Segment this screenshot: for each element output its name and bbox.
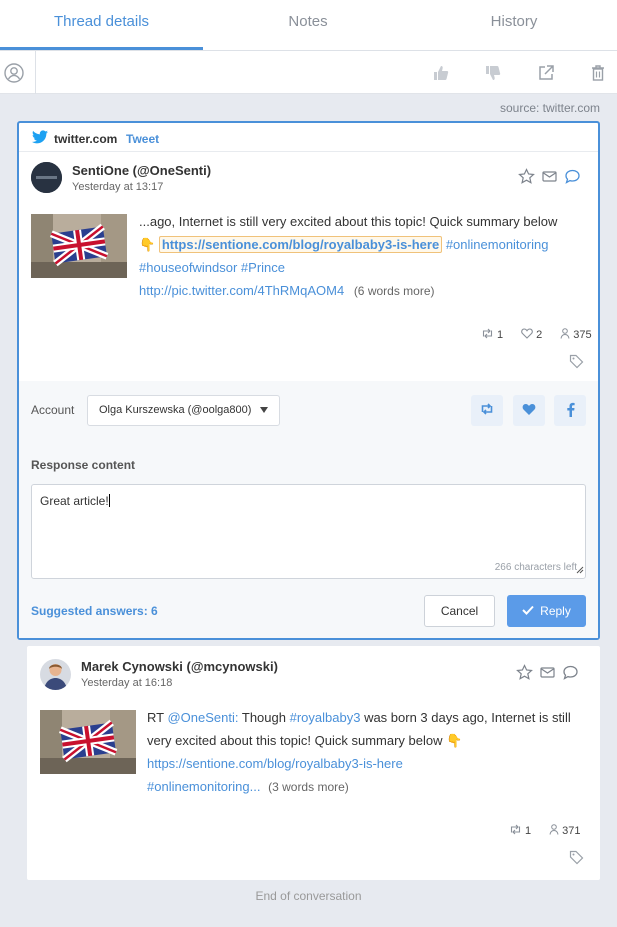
facebook-button[interactable] xyxy=(554,395,586,426)
star-icon[interactable] xyxy=(518,168,535,188)
retweet-stat: 1 xyxy=(481,328,503,342)
post-time: Yesterday at 16:18 xyxy=(81,677,173,689)
suggested-answers-link[interactable]: Suggested answers: 6 xyxy=(31,604,158,618)
comment-icon[interactable] xyxy=(562,664,579,684)
post-text: ...ago, Internet is still very excited a… xyxy=(139,210,589,303)
active-tab-indicator xyxy=(0,47,203,50)
show-more-link[interactable]: (6 words more) xyxy=(354,284,435,298)
response-panel: Account Olga Kurszewska (@oolga800) Resp… xyxy=(19,381,598,638)
account-select-value: Olga Kurszewska (@oolga800) xyxy=(99,404,252,416)
hashtag-link[interactable]: #Prince xyxy=(241,260,285,275)
post-stats: 1 2 375 xyxy=(467,328,592,342)
post-type-link[interactable]: Tweet xyxy=(126,132,159,146)
avatar xyxy=(40,659,71,690)
rt-prefix: RT xyxy=(147,710,164,725)
retweet-stat: 1 xyxy=(509,824,531,838)
reply-button[interactable]: Reply xyxy=(507,595,586,627)
show-more-link[interactable]: (3 words more) xyxy=(268,780,349,794)
like-stat: 2 xyxy=(521,328,542,342)
response-text: Great article! xyxy=(40,494,109,508)
mention-link[interactable]: @OneSenti: xyxy=(167,710,238,725)
account-select[interactable]: Olga Kurszewska (@oolga800) xyxy=(87,395,280,426)
retweet-icon xyxy=(481,328,494,342)
second-post-card: Marek Cynowski (@mcynowski) Yesterday at… xyxy=(27,646,600,880)
tab-bar: Thread details Notes History xyxy=(0,0,617,51)
source-label: source: twitter.com xyxy=(499,101,600,115)
user-circle-icon[interactable] xyxy=(3,62,25,84)
pointing-down-emoji: 👇 xyxy=(139,237,156,252)
post-stats: 1 371 xyxy=(495,824,580,838)
response-content-label: Response content xyxy=(31,458,136,472)
retweet-button[interactable] xyxy=(471,395,503,426)
avatar xyxy=(31,162,62,193)
post-time: Yesterday at 13:17 xyxy=(72,181,164,193)
tag-icon[interactable] xyxy=(569,354,584,372)
post-actions xyxy=(518,168,581,188)
resize-handle-icon[interactable] xyxy=(576,563,584,577)
active-post-card: twitter.com Tweet SentiOne (@OneSenti) Y… xyxy=(17,121,600,640)
trash-icon[interactable] xyxy=(587,62,609,84)
post-text: RT @OneSenti: Though #royalbaby3 was bor… xyxy=(147,706,592,799)
post-image-thumbnail[interactable] xyxy=(31,214,127,278)
comment-icon[interactable] xyxy=(564,168,581,188)
facebook-icon xyxy=(566,402,575,420)
cancel-button[interactable]: Cancel xyxy=(424,595,495,627)
heart-icon xyxy=(521,328,533,342)
mail-icon[interactable] xyxy=(539,664,556,684)
checkmark-icon xyxy=(522,604,534,618)
heart-icon xyxy=(522,403,536,419)
reach-stat: 375 xyxy=(560,328,592,342)
post-author[interactable]: Marek Cynowski (@mcynowski) xyxy=(81,659,278,674)
tag-icon[interactable] xyxy=(569,850,584,868)
url-link[interactable]: https://sentione.com/blog/royalbaby3-is-… xyxy=(147,756,403,771)
tab-notes[interactable]: Notes xyxy=(205,0,411,51)
pointing-down-emoji: 👇 xyxy=(446,733,463,748)
site-name: twitter.com xyxy=(54,132,118,146)
reply-label: Reply xyxy=(540,604,571,618)
star-icon[interactable] xyxy=(516,664,533,684)
pic-link[interactable]: http://pic.twitter.com/4ThRMqAOM4 xyxy=(139,283,344,298)
card-header: twitter.com Tweet xyxy=(19,123,598,152)
person-icon xyxy=(549,824,559,838)
highlighted-url-link[interactable]: https://sentione.com/blog/royalbaby3-is-… xyxy=(158,236,443,253)
text-cursor xyxy=(108,494,110,507)
end-of-conversation: End of conversation xyxy=(255,889,362,903)
hashtag-link[interactable]: #royalbaby3 xyxy=(290,710,361,725)
tab-history[interactable]: History xyxy=(411,0,617,51)
retweet-icon xyxy=(509,824,522,838)
tab-thread-details[interactable]: Thread details xyxy=(0,0,203,51)
post-author[interactable]: SentiOne (@OneSenti) xyxy=(72,163,211,178)
hashtag-link[interactable]: #onlinemonitoring xyxy=(446,237,549,252)
hashtag-link[interactable]: #onlinemonitoring... xyxy=(147,779,260,794)
mail-icon[interactable] xyxy=(541,168,558,188)
like-button[interactable] xyxy=(513,395,545,426)
thumbs-up-icon[interactable] xyxy=(430,62,452,84)
toolbar-divider xyxy=(35,51,36,94)
account-label: Account xyxy=(31,403,75,417)
retweet-icon xyxy=(480,403,494,418)
person-icon xyxy=(560,328,570,342)
external-link-icon[interactable] xyxy=(535,62,557,84)
thumbs-down-icon[interactable] xyxy=(482,62,504,84)
twitter-bird-icon xyxy=(32,130,48,147)
hashtag-link[interactable]: #houseofwindsor xyxy=(139,260,237,275)
characters-left: 266 characters left xyxy=(494,562,577,573)
response-textarea[interactable]: Great article! 266 characters left xyxy=(31,484,586,579)
post-text-part: Though xyxy=(241,710,286,725)
caret-down-icon xyxy=(260,407,268,413)
reach-stat: 371 xyxy=(549,824,580,838)
post-text-lead: ...ago, Internet is still very excited a… xyxy=(139,214,558,229)
toolbar xyxy=(0,51,617,94)
post-image-thumbnail[interactable] xyxy=(40,710,136,774)
post-actions xyxy=(516,664,579,684)
